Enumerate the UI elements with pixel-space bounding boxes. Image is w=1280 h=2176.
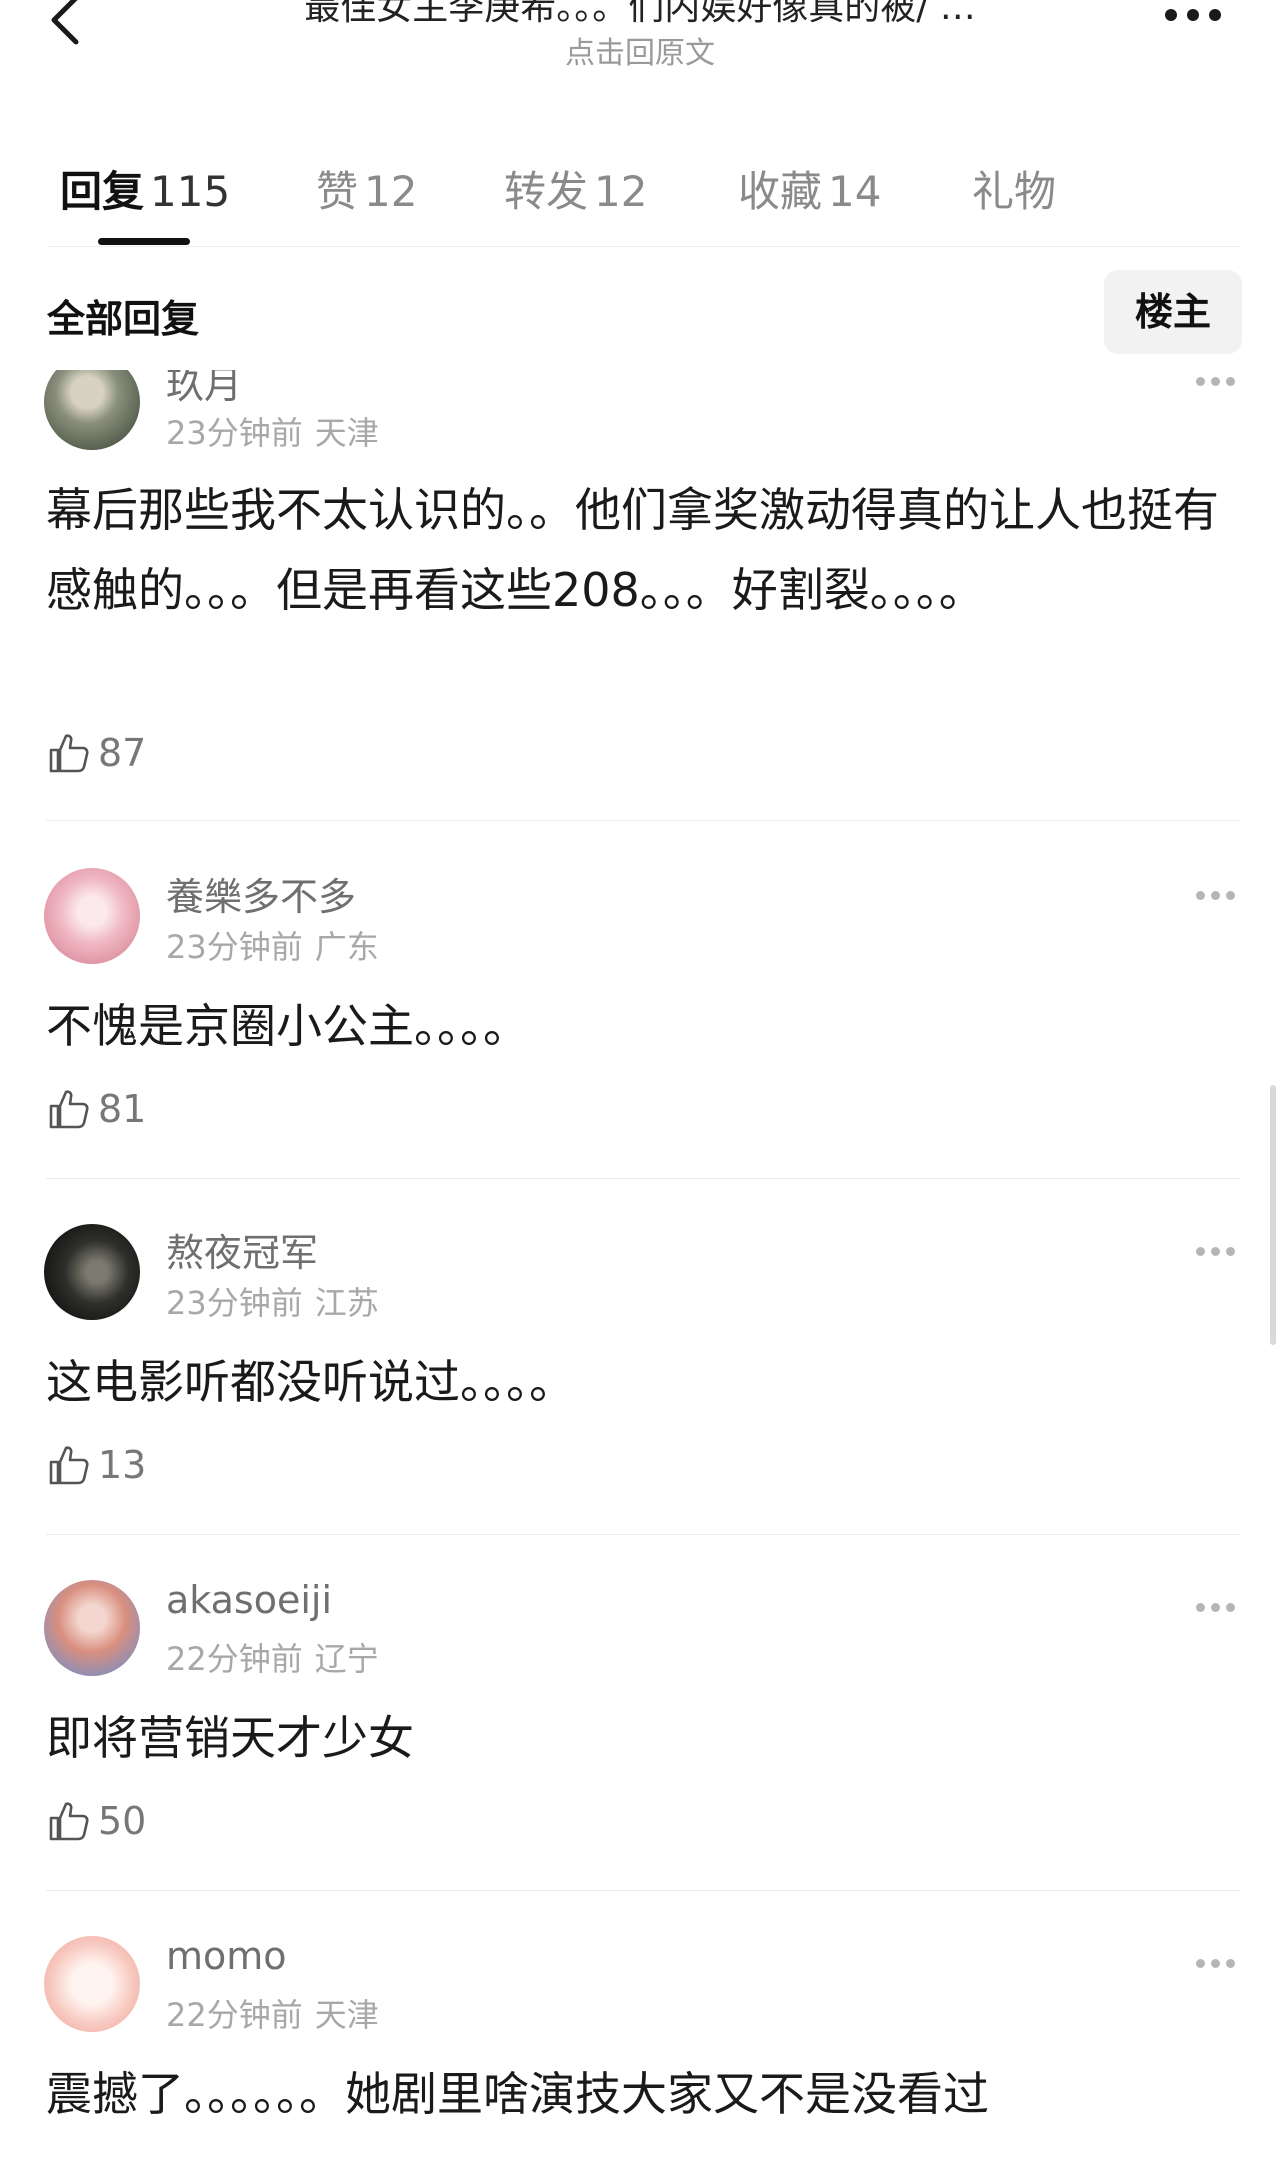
more-dot xyxy=(1226,1247,1235,1256)
comment-more-button[interactable] xyxy=(1196,1597,1244,1612)
comment-location: 广东 xyxy=(314,928,379,966)
comment-time: 23分钟前 xyxy=(166,414,303,452)
comment-more-button[interactable] xyxy=(1196,1241,1244,1256)
comment-time: 23分钟前 xyxy=(166,1284,303,1322)
more-dots-icon xyxy=(1196,1959,1205,1968)
comment-username[interactable]: 熬夜冠军 xyxy=(166,1222,318,1277)
more-dot xyxy=(1226,891,1235,900)
comment-text: 震撼了。。。。。。她剧里啥演技大家又不是没看过 xyxy=(46,2067,989,2121)
comment-location: 辽宁 xyxy=(314,1640,379,1678)
comment-divider xyxy=(46,1890,1240,1891)
like-button[interactable]: 81 xyxy=(46,1084,146,1134)
tabs-divider xyxy=(48,246,1240,247)
tab-replies[interactable]: 回复 115 xyxy=(60,158,230,219)
comment-location: 江苏 xyxy=(314,1284,379,1322)
thumbs-up-icon xyxy=(49,1802,89,1841)
avatar[interactable] xyxy=(44,1224,140,1320)
comment-more-button[interactable] xyxy=(1196,1953,1244,1968)
like-count: 13 xyxy=(98,1443,147,1487)
comment-more-button[interactable] xyxy=(1196,371,1244,386)
tab-label: 赞 xyxy=(316,167,359,216)
top-bar: 最佳女主李庚希。。。们内娱好像真的被/ … 点击回原文 xyxy=(0,0,1280,72)
comment-username[interactable]: momo xyxy=(166,1934,287,1978)
more-dot xyxy=(1209,9,1221,21)
op-only-filter-button[interactable]: 楼主 xyxy=(1104,270,1242,354)
more-dot xyxy=(1226,1959,1235,1968)
more-dot xyxy=(1187,9,1199,21)
tab-reposts[interactable]: 转发 12 xyxy=(504,158,647,219)
chevron-left-icon xyxy=(51,0,79,45)
avatar[interactable] xyxy=(44,1936,140,2032)
tab-favorites[interactable]: 收藏 14 xyxy=(738,158,881,219)
like-button[interactable]: 87 xyxy=(46,728,146,778)
more-dot xyxy=(1211,1603,1220,1612)
post-title[interactable]: 最佳女主李庚希。。。们内娱好像真的被/ … xyxy=(160,0,1120,30)
comment-text: 即将营销天才少女 xyxy=(46,1711,414,1765)
comment-time: 22分钟前 xyxy=(166,1996,303,2034)
interaction-tabs: 回复 115 赞 12 转发 12 收藏 14 礼物 xyxy=(0,140,1280,250)
thumbs-up-icon xyxy=(49,1446,89,1485)
more-dots-icon xyxy=(1165,9,1177,21)
tab-label: 礼物 xyxy=(972,167,1057,216)
thumbs-up-icon xyxy=(49,734,89,773)
more-dots-icon xyxy=(1196,377,1205,386)
comment-divider xyxy=(46,820,1240,821)
tab-count: 12 xyxy=(364,167,418,216)
comment-location: 天津 xyxy=(314,414,379,452)
tab-gifts[interactable]: 礼物 xyxy=(972,158,1062,219)
tab-label: 回复 xyxy=(60,167,145,216)
comment-text: 不愧是京圈小公主。。。。 xyxy=(46,999,529,1053)
more-dot xyxy=(1226,377,1235,386)
comment-meta: 22分钟前 辽宁 xyxy=(166,1634,379,1680)
comment-meta: 22分钟前 天津 xyxy=(166,1990,379,2036)
comment-username[interactable]: 玖月 xyxy=(166,370,242,409)
tab-label: 转发 xyxy=(504,167,589,216)
tab-label: 收藏 xyxy=(738,167,823,216)
avatar[interactable] xyxy=(44,370,140,450)
like-button[interactable]: 50 xyxy=(46,1796,146,1846)
back-button[interactable] xyxy=(38,0,94,54)
more-dots-icon xyxy=(1196,1247,1205,1256)
comment-location: 天津 xyxy=(314,1996,379,2034)
more-dots-icon xyxy=(1196,891,1205,900)
more-dot xyxy=(1226,1603,1235,1612)
comment-meta: 23分钟前 江苏 xyxy=(166,1278,379,1324)
more-dot xyxy=(1211,1247,1220,1256)
like-button[interactable]: 13 xyxy=(46,1440,146,1490)
comment-time: 23分钟前 xyxy=(166,928,303,966)
tab-count: 12 xyxy=(594,167,648,216)
tab-count: 14 xyxy=(828,167,882,216)
comment-text: 这电影听都没听说过。。。。 xyxy=(46,1355,575,1409)
comment-username[interactable]: akasoeiji xyxy=(166,1578,332,1622)
comment-divider xyxy=(46,1178,1240,1179)
like-count: 87 xyxy=(98,731,147,775)
more-dot xyxy=(1211,377,1220,386)
comment-time: 22分钟前 xyxy=(166,1640,303,1678)
all-replies-heading: 全部回复 xyxy=(47,297,200,341)
like-count: 81 xyxy=(98,1087,147,1131)
active-tab-indicator xyxy=(98,238,190,245)
tab-count: 115 xyxy=(150,167,231,216)
comment-more-button[interactable] xyxy=(1196,885,1244,900)
comment-divider xyxy=(46,1534,1240,1535)
more-dot xyxy=(1211,891,1220,900)
avatar[interactable] xyxy=(44,868,140,964)
more-button[interactable] xyxy=(1160,6,1240,36)
comment-list[interactable]: 玖月 23分钟前 天津 幕后那些我不太认识的。。他们拿奖激动得真的让人也挺有感触的… xyxy=(0,370,1280,2176)
tab-likes[interactable]: 赞 12 xyxy=(316,158,417,219)
more-dots-icon xyxy=(1196,1603,1205,1612)
comment-username[interactable]: 養樂多不多 xyxy=(166,866,356,921)
comment-text: 幕后那些我不太认识的。。他们拿奖激动得真的让人也挺有感触的。。。但是再看这些20… xyxy=(46,483,1219,617)
view-original-link[interactable]: 点击回原文 xyxy=(160,28,1120,72)
avatar[interactable] xyxy=(44,1580,140,1676)
thumbs-up-icon xyxy=(49,1090,89,1129)
comment-meta: 23分钟前 天津 xyxy=(166,408,379,454)
more-dot xyxy=(1211,1959,1220,1968)
scrollbar[interactable] xyxy=(1270,1085,1276,1345)
comment-meta: 23分钟前 广东 xyxy=(166,922,379,968)
like-count: 50 xyxy=(98,1799,147,1843)
